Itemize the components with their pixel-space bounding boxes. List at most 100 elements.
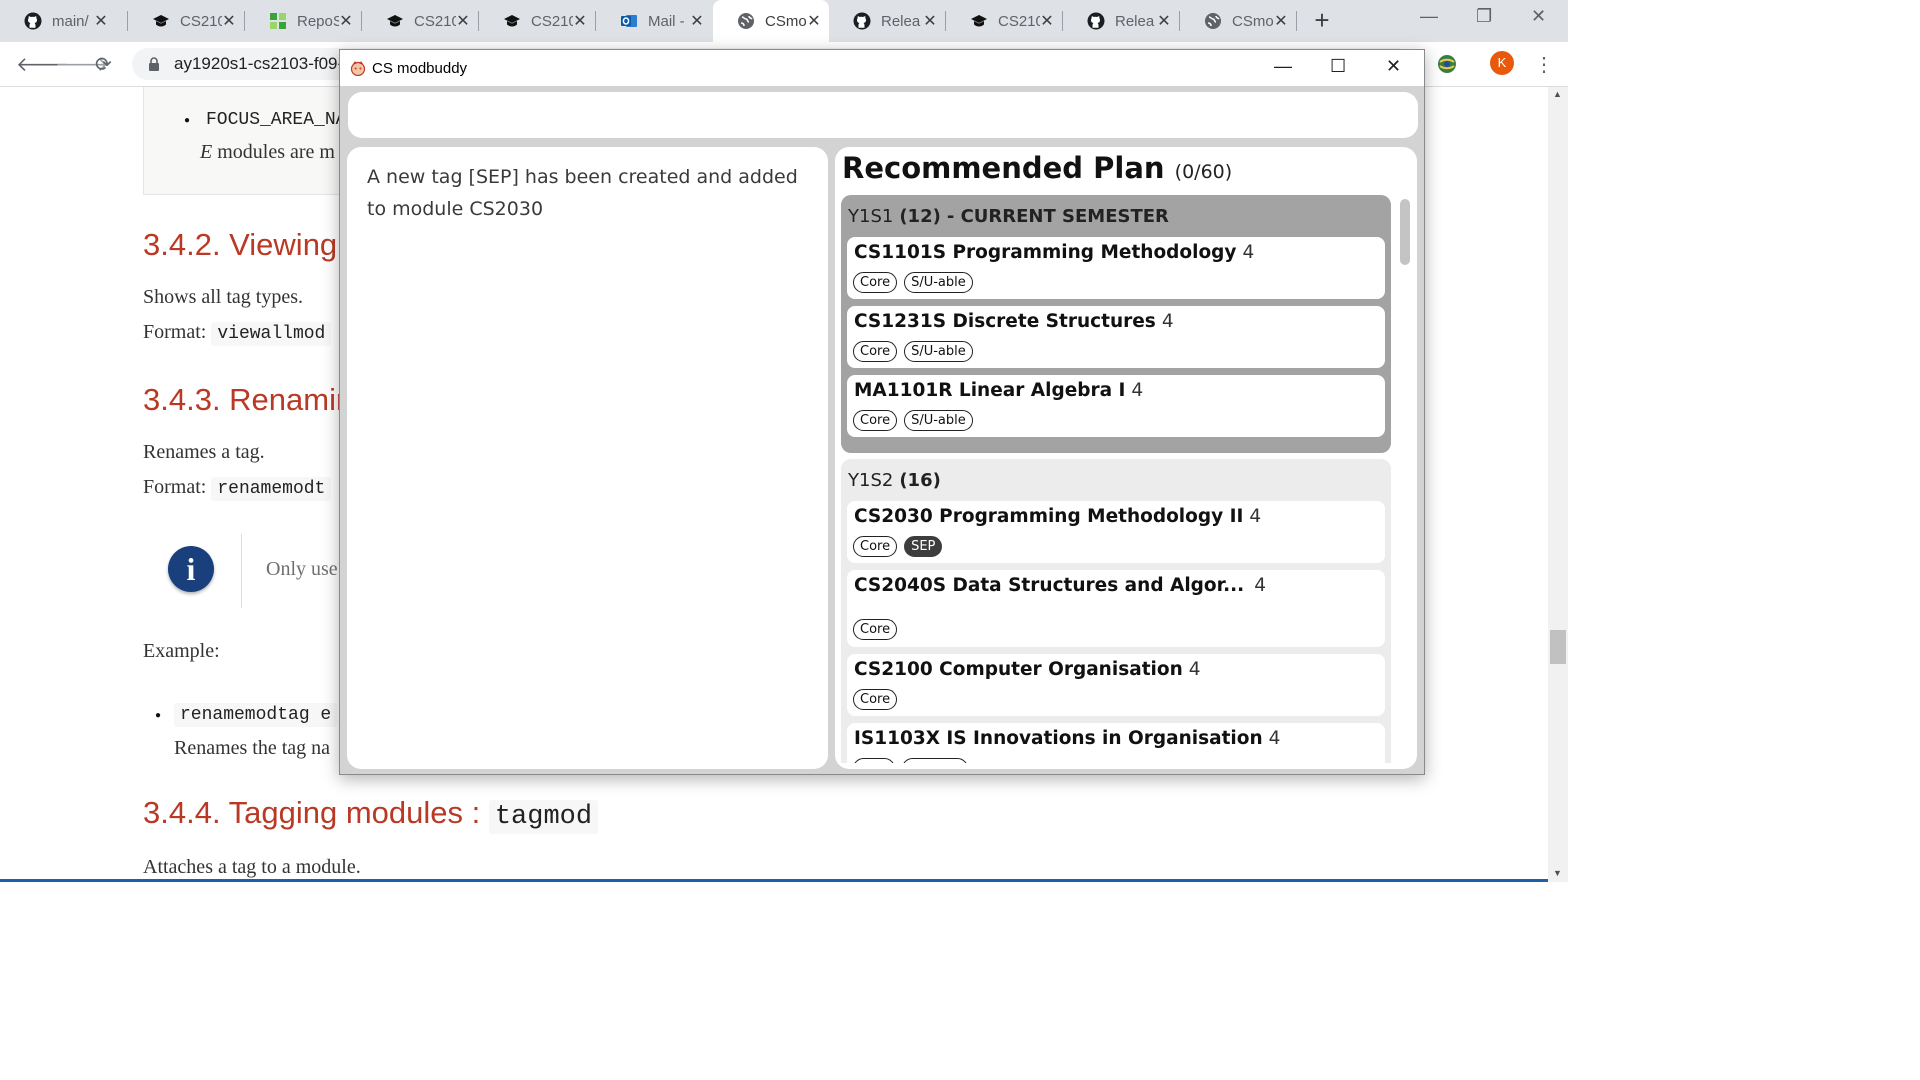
page-scrollbar[interactable]: ▲ ▼ (1548, 87, 1568, 882)
graduation-cap-icon (503, 12, 521, 30)
module-card[interactable]: MA1101R Linear Algebra I4 Core S/U-able (847, 375, 1385, 437)
module-name: IS1103X IS Innovations in Organisation (854, 728, 1263, 749)
browser-tab[interactable]: Relea ✕ (1063, 0, 1179, 42)
tab-title: main/ (52, 12, 89, 30)
close-icon[interactable]: ✕ (94, 11, 108, 31)
info-icon: i (168, 546, 214, 592)
close-icon[interactable]: ✕ (807, 11, 821, 31)
scrollbar-thumb[interactable] (1550, 630, 1566, 664)
graduation-cap-icon (970, 12, 988, 30)
current-semester-label: - CURRENT SEMESTER (946, 205, 1169, 227)
module-card[interactable]: CS2040S Data Structures and Algor... 4 Co… (847, 570, 1385, 647)
heading-tagging-text: 3.4.4. Tagging modules : (143, 795, 481, 830)
semester-credits: (12) (899, 205, 941, 227)
github-icon (24, 12, 42, 30)
semester-header: Y1S1 (12) - CURRENT SEMESTER (847, 195, 1385, 237)
module-title: CS2040S Data Structures and Algor... 4 (854, 575, 1266, 596)
semester-card-current: Y1S1 (12) - CURRENT SEMESTER CS1101S Pro… (841, 195, 1391, 453)
browser-tab-active[interactable]: CSmo ✕ (713, 0, 829, 42)
minimize-icon[interactable]: — (1420, 6, 1438, 27)
focus-note-em: E (200, 141, 213, 163)
browser-tab[interactable]: main/ ✕ (0, 0, 116, 42)
close-icon[interactable]: ✕ (456, 11, 470, 31)
restore-icon[interactable]: ❐ (1476, 6, 1492, 27)
semester-list[interactable]: Y1S1 (12) - CURRENT SEMESTER CS1101S Pro… (841, 195, 1393, 763)
scroll-down-icon[interactable]: ▼ (1553, 868, 1562, 878)
close-icon[interactable]: ✕ (1040, 11, 1054, 31)
module-name: CS1101S Programming Methodology (854, 242, 1237, 263)
close-icon[interactable]: ✕ (923, 11, 937, 31)
heading-renaming: 3.4.3. Renamir (143, 382, 347, 417)
tag-core: Core (853, 272, 898, 293)
scroll-up-icon[interactable]: ▲ (1553, 89, 1562, 99)
admonition-divider (241, 534, 242, 608)
browser-tab[interactable]: Relea ✕ (829, 0, 945, 42)
new-tab-button[interactable]: + (1308, 7, 1336, 35)
menu-icon[interactable]: ⋮ (1534, 52, 1554, 77)
tag-list: Core SEP (853, 536, 943, 557)
browser-tab[interactable]: CS210 ✕ (362, 0, 478, 42)
reposense-icon (269, 12, 287, 30)
module-card[interactable]: IS1103X IS Innovations in Organisation 4 (847, 723, 1385, 763)
github-icon (1087, 12, 1105, 30)
profile-avatar[interactable]: K (1490, 51, 1514, 75)
module-card[interactable]: CS1231S Discrete Structures 4 Core S/U-ab… (847, 306, 1385, 368)
format-label: Format: (143, 321, 207, 343)
browser-tab[interactable]: RepoS ✕ (245, 0, 361, 42)
module-title: MA1101R Linear Algebra I4 (854, 380, 1143, 401)
example-item: renamemodtag e (174, 702, 338, 727)
browser-tab[interactable]: Mail - ✕ (596, 0, 712, 42)
taskbar-edge (0, 879, 1548, 882)
close-window-icon[interactable]: ✕ (1531, 6, 1546, 27)
result-display: A new tag [SEP] has been created and add… (347, 147, 828, 769)
tag-list: Core S/U-able (853, 410, 973, 431)
app-maximize-icon[interactable]: ☐ (1330, 56, 1346, 77)
tab-divider (1296, 11, 1297, 31)
module-card[interactable]: CS1101S Programming Methodology 4 Core S/… (847, 237, 1385, 299)
admonition-text: Only use (266, 558, 338, 580)
app-minimize-icon[interactable]: — (1274, 56, 1292, 77)
url-text: ay1920s1-cs2103-f09- (174, 54, 344, 73)
module-title: CS2030 Programming Methodology II 4 (854, 506, 1261, 527)
app-titlebar[interactable]: CS modbuddy — ☐ ✕ (340, 50, 1424, 86)
reload-icon[interactable]: ⟳ (95, 52, 112, 77)
heading-viewing: 3.4.2. Viewing (143, 227, 338, 262)
module-credits: 4 (1268, 728, 1281, 749)
focus-area-note: E modules are m (200, 141, 335, 164)
module-card[interactable]: CS2100 Computer Organisation 4 Core (847, 654, 1385, 716)
app-window: CS modbuddy — ☐ ✕ A new tag [SEP] has be… (339, 49, 1425, 775)
plan-scrollbar-thumb[interactable] (1400, 199, 1410, 265)
module-card[interactable]: CS2030 Programming Methodology II 4 Core … (847, 501, 1385, 563)
command-input[interactable] (348, 92, 1418, 138)
module-name: CS2040S Data Structures and Algor... (854, 575, 1245, 596)
plan-scrollbar[interactable] (1398, 195, 1414, 763)
app-close-icon[interactable]: ✕ (1386, 56, 1401, 77)
module-name: CS2100 Computer Organisation (854, 659, 1183, 680)
tab-title: Relea (881, 12, 921, 30)
graduation-cap-icon (152, 12, 170, 30)
close-icon[interactable]: ✕ (573, 11, 587, 31)
result-text: A new tag [SEP] has been created and add… (367, 166, 798, 220)
close-icon[interactable]: ✕ (222, 11, 236, 31)
close-icon[interactable]: ✕ (690, 11, 704, 31)
close-icon[interactable]: ✕ (339, 11, 353, 31)
tag-core: Core (853, 689, 898, 710)
tab-title: CSmo (1232, 12, 1274, 30)
close-icon[interactable]: ✕ (1157, 11, 1171, 31)
browser-tab[interactable]: CS210 ✕ (946, 0, 1062, 42)
semester-card: Y1S2 (16) CS2030 Programming Methodology… (841, 459, 1391, 763)
format-line: Format: viewallmod (143, 321, 332, 346)
module-name: CS2030 Programming Methodology II (854, 506, 1244, 527)
close-icon[interactable]: ✕ (1274, 11, 1288, 31)
app-logo-icon (350, 61, 366, 76)
tag-list: Core (853, 619, 898, 640)
globe-icon (1204, 12, 1222, 30)
plan-title: Recommended Plan (0/60) (842, 151, 1232, 185)
tab-title: CS210 (998, 12, 1040, 30)
browser-tab[interactable]: CSmo ✕ (1180, 0, 1296, 42)
heading-tagging: 3.4.4. Tagging modules : tagmod (143, 795, 599, 834)
extension-icon[interactable] (1436, 53, 1458, 75)
plan-credits: (0/60) (1174, 161, 1233, 183)
browser-tab[interactable]: CS210 ✕ (479, 0, 595, 42)
browser-tab[interactable]: CS210 ✕ (128, 0, 244, 42)
